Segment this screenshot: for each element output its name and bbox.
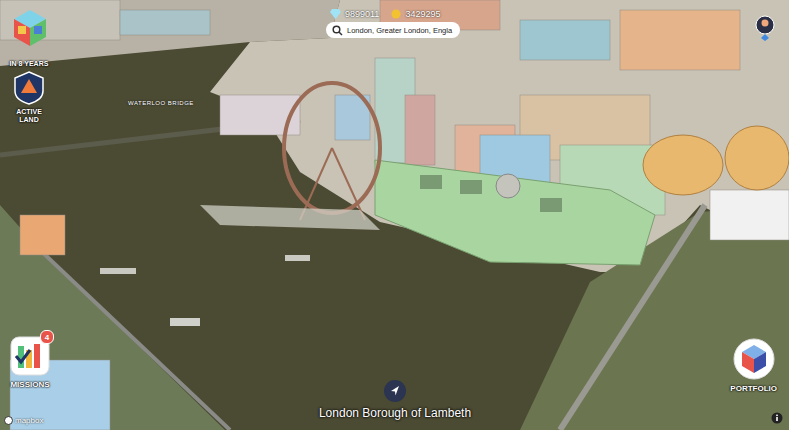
portfolio-button[interactable]: PORTFOLIO (730, 338, 777, 393)
active-land-label: ACTIVE LAND (6, 108, 52, 124)
coin-icon (391, 9, 401, 19)
missions-button[interactable]: 4MISSIONS (10, 336, 50, 389)
mapbox-icon (4, 416, 13, 425)
app-logo[interactable] (12, 8, 48, 52)
currency-bar: 9899011 3429295 (326, 9, 440, 19)
active-land-panel[interactable]: IN 8 YEARS ACTIVE LAND (6, 60, 52, 124)
cube-logo-icon (12, 8, 48, 48)
portfolio-icon (733, 338, 775, 380)
search-field[interactable]: London, Greater London, Engla (326, 22, 460, 38)
map-label: WATERLOO BRIDGE (128, 100, 194, 106)
missions-badge: 4 (40, 330, 54, 344)
mapbox-attribution[interactable]: mapbox (4, 416, 43, 425)
info-button[interactable] (771, 412, 783, 424)
top-bar: 9899011 3429295 London, Greater London, En… (326, 9, 460, 38)
timer-label: IN 8 YEARS (10, 60, 49, 68)
location-bar[interactable]: London Borough of Lambeth (290, 380, 500, 420)
city-map[interactable] (0, 0, 789, 430)
gem-icon (330, 9, 341, 19)
street-label: WATERLOO BRIDGE (128, 100, 194, 106)
navigation-arrow-icon (384, 380, 406, 402)
portfolio-label: PORTFOLIO (730, 384, 777, 393)
currency-stat: 3429295 (391, 9, 440, 19)
info-icon (771, 412, 783, 424)
currency-stat: 9899011 (330, 9, 379, 19)
missions-label: MISSIONS (10, 380, 49, 389)
location-name: London Borough of Lambeth (319, 406, 471, 420)
game-screen: WATERLOO BRIDGE IN 8 YEARS ACTIVE LAND 9899… (0, 0, 789, 430)
search-icon (332, 25, 343, 36)
shield-icon (14, 71, 44, 105)
profile-avatar[interactable] (755, 15, 775, 45)
avatar-icon (755, 15, 775, 41)
